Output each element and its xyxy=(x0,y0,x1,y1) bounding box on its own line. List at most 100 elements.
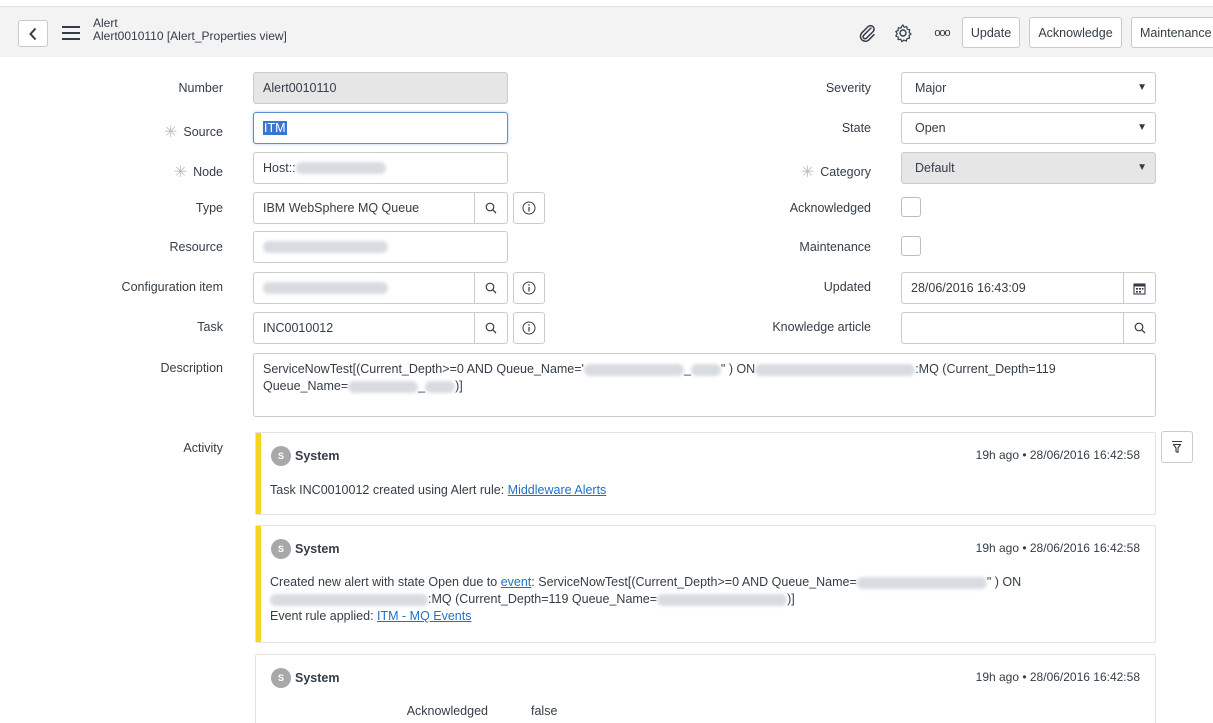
number-field: Alert0010110 xyxy=(253,72,508,104)
activity-filter-button[interactable] xyxy=(1161,431,1193,463)
activity-text: Created new alert with state Open due to xyxy=(270,575,498,589)
redacted-text xyxy=(856,576,987,589)
caret-down-icon: ▼ xyxy=(1137,162,1147,173)
category-value: Default xyxy=(915,161,955,175)
activity-stripe xyxy=(256,433,261,514)
activity-timestamp: 19h ago • 28/06/2016 16:42:58 xyxy=(975,448,1140,462)
form-subtitle: Alert0010110 [Alert_Properties view] xyxy=(93,29,287,43)
caret-down-icon: ▼ xyxy=(1137,122,1147,133)
redacted-text xyxy=(657,593,788,606)
number-label: Number xyxy=(178,81,223,95)
menu-icon[interactable] xyxy=(62,26,80,40)
severity-label: Severity xyxy=(825,81,871,95)
type-label: Type xyxy=(195,201,223,215)
resource-input[interactable] xyxy=(253,231,508,263)
redacted-text xyxy=(755,363,916,376)
description-label: Description xyxy=(160,361,223,375)
configuration-item-lookup-button[interactable] xyxy=(474,272,508,304)
avatar: S xyxy=(271,668,291,688)
mandatory-icon: ✳ xyxy=(800,164,815,181)
description-text: Queue_Name= xyxy=(263,379,349,393)
knowledge-article-label: Knowledge article xyxy=(772,320,871,334)
updated-label: Updated xyxy=(823,280,871,294)
description-text: )] xyxy=(455,379,463,393)
mandatory-icon: ✳ xyxy=(173,164,188,181)
description-text: _ xyxy=(683,362,691,376)
activity-line: Created new alert with state Open due to… xyxy=(270,574,1140,591)
search-icon xyxy=(485,322,497,334)
maintenance-label: Maintenance xyxy=(799,240,871,254)
activity-author: System xyxy=(295,671,340,685)
info-icon xyxy=(522,281,536,295)
category-label-text: Category xyxy=(820,165,871,179)
mandatory-icon: ✳ xyxy=(163,124,178,141)
event-link[interactable]: event xyxy=(501,575,532,589)
activity-label: Activity xyxy=(183,441,223,455)
maintenance-button[interactable]: Maintenance xyxy=(1131,17,1213,48)
acknowledge-button[interactable]: Acknowledge xyxy=(1029,17,1122,48)
state-value: Open xyxy=(915,121,946,135)
gear-icon[interactable] xyxy=(892,22,914,44)
calendar-icon xyxy=(1133,282,1146,295)
type-info-button[interactable] xyxy=(513,192,545,224)
activity-text: Event rule applied: xyxy=(270,609,374,623)
redacted-text xyxy=(348,380,419,393)
filter-icon xyxy=(1172,440,1182,454)
redacted-text xyxy=(263,241,388,253)
event-rule-link[interactable]: ITM - MQ Events xyxy=(377,609,471,623)
update-button[interactable]: Update xyxy=(962,17,1020,48)
knowledge-article-input[interactable] xyxy=(901,312,1124,344)
activity-field-value: false xyxy=(531,704,558,718)
activity-text: : ServiceNowTest[(Current_Depth>=0 AND Q… xyxy=(531,575,857,589)
alert-rule-link[interactable]: Middleware Alerts xyxy=(508,483,607,497)
search-icon xyxy=(1134,322,1145,334)
avatar: S xyxy=(271,539,291,559)
activity-timestamp: 19h ago • 28/06/2016 16:42:58 xyxy=(975,541,1140,555)
source-label: ✳ Source xyxy=(164,121,223,141)
page-title: Alert Alert0010110 [Alert_Properties vie… xyxy=(93,17,287,43)
chevron-left-icon xyxy=(29,27,37,40)
node-label: ✳ Node xyxy=(174,161,223,181)
acknowledged-label: Acknowledged xyxy=(789,201,871,215)
info-icon xyxy=(522,201,536,215)
node-input[interactable]: Host:: xyxy=(253,152,508,184)
activity-entry: S System 19h ago • 28/06/2016 16:42:58 T… xyxy=(255,432,1156,515)
activity-entry: S System 19h ago • 28/06/2016 16:42:58 A… xyxy=(255,654,1156,723)
state-select[interactable]: Open ▼ xyxy=(901,112,1156,144)
configuration-item-info-button[interactable] xyxy=(513,272,545,304)
source-input[interactable]: ITM xyxy=(253,112,508,144)
more-options-icon[interactable]: ooo xyxy=(930,22,954,44)
updated-input[interactable]: 28/06/2016 16:43:09 xyxy=(901,272,1124,304)
severity-value: Major xyxy=(915,81,947,95)
date-picker-button[interactable] xyxy=(1123,272,1156,304)
severity-select[interactable]: Major ▼ xyxy=(901,72,1156,104)
activity-field-label: Acknowledged xyxy=(406,704,488,718)
back-button[interactable] xyxy=(18,20,48,47)
task-lookup-button[interactable] xyxy=(474,312,508,344)
paperclip-icon[interactable] xyxy=(856,22,878,44)
knowledge-article-lookup-button[interactable] xyxy=(1123,312,1156,344)
task-input[interactable]: INC0010012 xyxy=(253,312,475,344)
node-label-text: Node xyxy=(193,165,223,179)
activity-author: System xyxy=(295,542,340,556)
maintenance-checkbox[interactable] xyxy=(901,236,921,256)
activity-text: " ) ON xyxy=(986,575,1022,589)
activity-line: :MQ (Current_Depth=119 Queue_Name=)] xyxy=(270,591,1140,608)
search-icon xyxy=(485,282,497,294)
description-text: :MQ (Current_Depth=119 xyxy=(915,362,1056,376)
type-lookup-button[interactable] xyxy=(474,192,508,224)
description-textarea[interactable]: ServiceNowTest[(Current_Depth>=0 AND Que… xyxy=(253,353,1156,417)
configuration-item-input[interactable] xyxy=(253,272,475,304)
activity-body: Created new alert with state Open due to… xyxy=(270,574,1140,625)
task-info-button[interactable] xyxy=(513,312,545,344)
redacted-text xyxy=(583,363,684,376)
acknowledged-checkbox[interactable] xyxy=(901,197,921,217)
redacted-text xyxy=(270,593,428,606)
node-value: Host:: xyxy=(263,161,296,175)
state-label: State xyxy=(841,121,871,135)
type-input[interactable]: IBM WebSphere MQ Queue xyxy=(253,192,475,224)
source-value: ITM xyxy=(263,121,287,135)
search-icon xyxy=(485,202,497,214)
description-text: " ) ON xyxy=(720,362,756,376)
description-text: ServiceNowTest[(Current_Depth>=0 AND Que… xyxy=(263,362,584,376)
